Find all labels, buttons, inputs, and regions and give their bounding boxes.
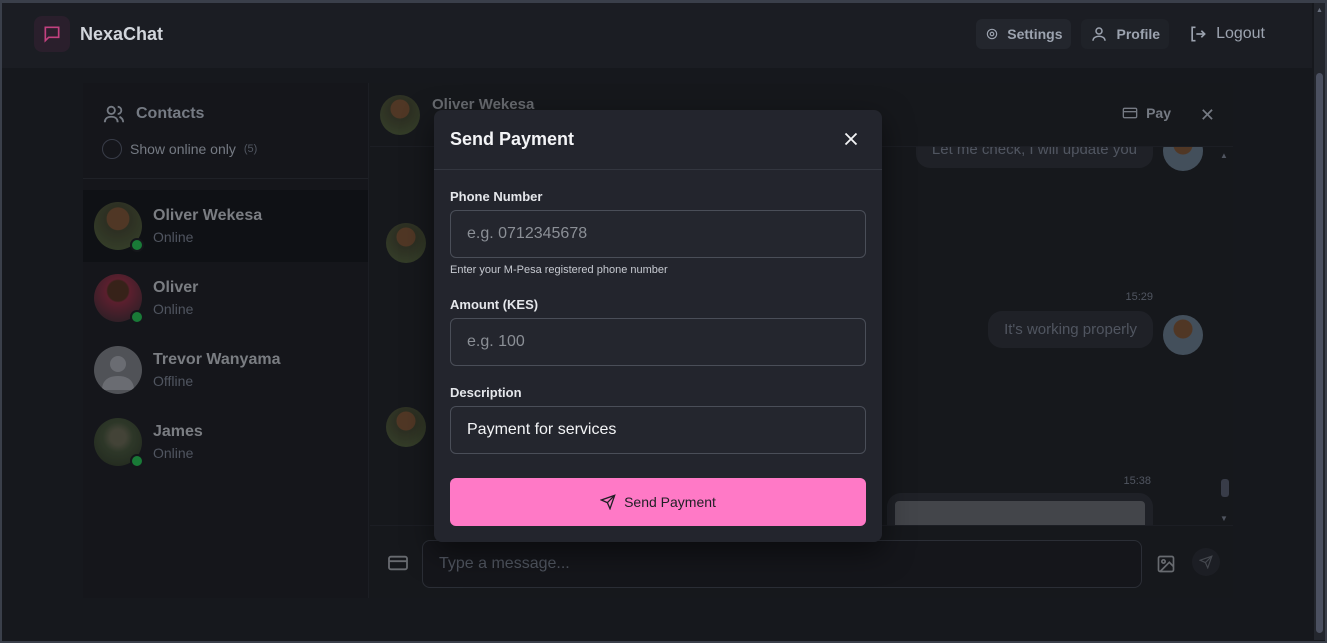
user-icon	[1092, 27, 1107, 41]
modal-title: Send Payment	[450, 129, 575, 149]
gear-icon	[987, 28, 998, 40]
phone-label: Phone Number	[450, 189, 543, 204]
close-icon[interactable]	[840, 128, 862, 150]
settings-button[interactable]: Settings	[976, 19, 1072, 49]
scroll-up-icon[interactable]: ▲	[1316, 7, 1323, 14]
logout-label: Logout	[1216, 25, 1265, 42]
app-header: NexaChat Settings Profile Logout	[0, 0, 1312, 68]
amount-label: Amount (KES)	[450, 297, 539, 312]
description-label: Description	[450, 385, 522, 400]
scrollbar-thumb[interactable]	[1316, 73, 1323, 633]
phone-hint: Enter your M-Pesa registered phone numbe…	[450, 264, 668, 276]
page-scrollbar[interactable]: ▲	[1314, 3, 1325, 640]
description-input[interactable]: Payment for services	[450, 406, 866, 454]
send-payment-modal: Send Payment Phone Number e.g. 071234567…	[434, 110, 882, 542]
send-icon	[600, 494, 616, 510]
phone-input[interactable]: e.g. 0712345678	[450, 210, 866, 258]
send-payment-button[interactable]: Send Payment	[450, 478, 866, 526]
profile-button[interactable]: Profile	[1081, 19, 1170, 49]
settings-label: Settings	[1007, 26, 1063, 42]
chat-logo-icon	[34, 16, 70, 52]
app-name: NexaChat	[80, 23, 164, 44]
profile-label: Profile	[1116, 26, 1161, 42]
logout-icon	[1191, 26, 1206, 42]
amount-input[interactable]: e.g. 100	[450, 318, 866, 366]
logout-button[interactable]: Logout	[1179, 19, 1274, 49]
send-payment-label: Send Payment	[624, 494, 716, 510]
